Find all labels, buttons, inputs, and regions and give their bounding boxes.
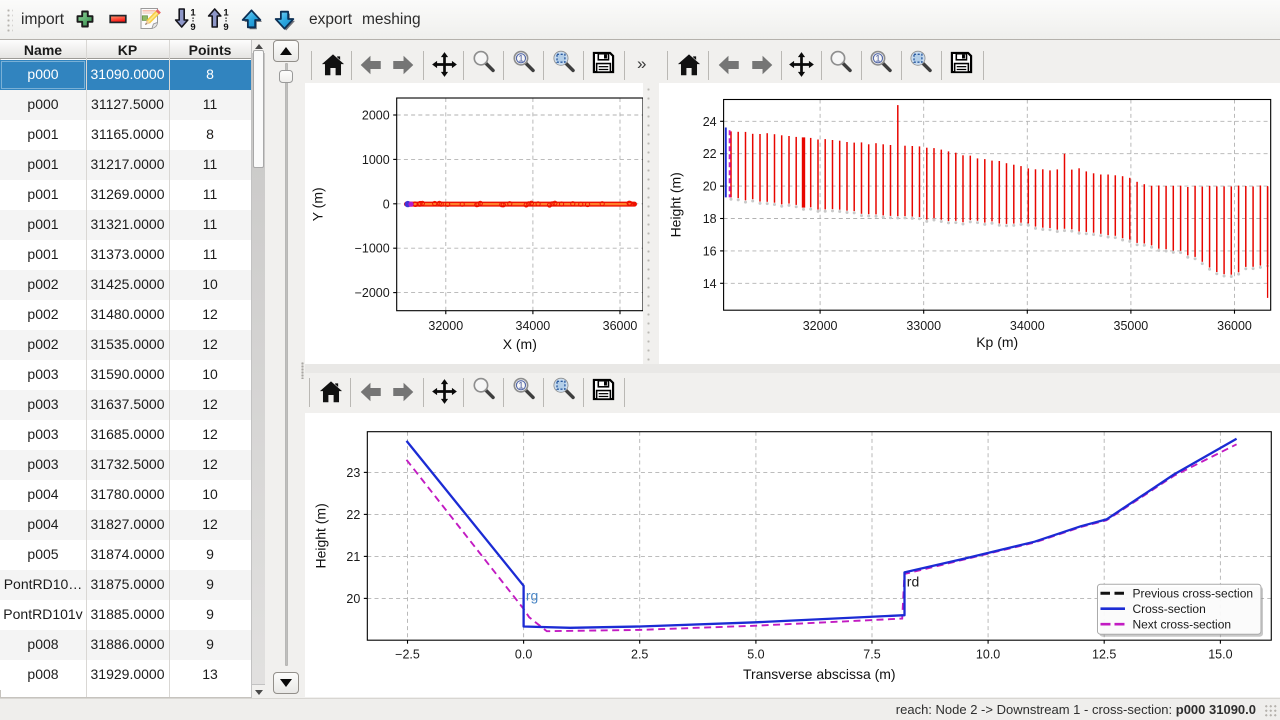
svg-text:24: 24	[703, 115, 717, 129]
svg-text:22: 22	[346, 508, 360, 522]
svg-text:20: 20	[703, 180, 717, 194]
svg-text:14: 14	[703, 277, 717, 291]
svg-text:9: 9	[223, 22, 228, 31]
svg-text:1: 1	[518, 380, 523, 390]
svg-text:−2.5: −2.5	[395, 647, 420, 661]
svg-text:34000: 34000	[1010, 319, 1045, 333]
svg-text:1: 1	[518, 53, 523, 63]
svg-text:−1000: −1000	[354, 242, 389, 256]
svg-text:rd: rd	[906, 573, 918, 589]
svg-text:23: 23	[346, 466, 360, 480]
svg-text:0: 0	[382, 197, 389, 211]
svg-text:Transverse abscissa (m): Transverse abscissa (m)	[743, 666, 896, 682]
svg-text:10.0: 10.0	[975, 647, 999, 661]
svg-text:15.0: 15.0	[1208, 647, 1232, 661]
svg-text:22: 22	[703, 147, 717, 161]
svg-text:18: 18	[703, 212, 717, 226]
svg-text:1: 1	[190, 8, 196, 19]
svg-text:rg: rg	[525, 587, 537, 603]
svg-text:1: 1	[223, 8, 229, 19]
svg-text:2.5: 2.5	[631, 647, 648, 661]
svg-text:Kp (m): Kp (m)	[977, 334, 1019, 350]
svg-text:36000: 36000	[602, 319, 637, 333]
svg-text:1000: 1000	[361, 153, 389, 167]
svg-text:36000: 36000	[1217, 319, 1252, 333]
svg-text:2000: 2000	[361, 109, 389, 123]
svg-text:0.0: 0.0	[514, 647, 531, 661]
svg-text:33000: 33000	[907, 319, 942, 333]
svg-text:Height (m): Height (m)	[668, 172, 684, 237]
svg-text:20: 20	[346, 592, 360, 606]
svg-text:7.5: 7.5	[863, 647, 880, 661]
svg-text:9: 9	[190, 22, 195, 31]
svg-text:12.5: 12.5	[1092, 647, 1116, 661]
svg-text:32000: 32000	[428, 319, 463, 333]
svg-text:34000: 34000	[515, 319, 550, 333]
svg-text:21: 21	[346, 550, 360, 564]
svg-text:16: 16	[703, 244, 717, 258]
svg-text:Previous cross-section: Previous cross-section	[1132, 586, 1253, 600]
svg-text:32000: 32000	[803, 319, 838, 333]
svg-text:35000: 35000	[1114, 319, 1149, 333]
svg-text:Height (m): Height (m)	[312, 503, 328, 568]
svg-text:5.0: 5.0	[747, 647, 764, 661]
svg-text:1: 1	[875, 53, 880, 63]
svg-text:−2000: −2000	[354, 286, 389, 300]
svg-text:Next cross-section: Next cross-section	[1132, 617, 1231, 631]
svg-text:Y (m): Y (m)	[309, 187, 325, 221]
svg-text:Cross-section: Cross-section	[1132, 602, 1205, 616]
svg-text:X (m): X (m)	[502, 336, 536, 352]
